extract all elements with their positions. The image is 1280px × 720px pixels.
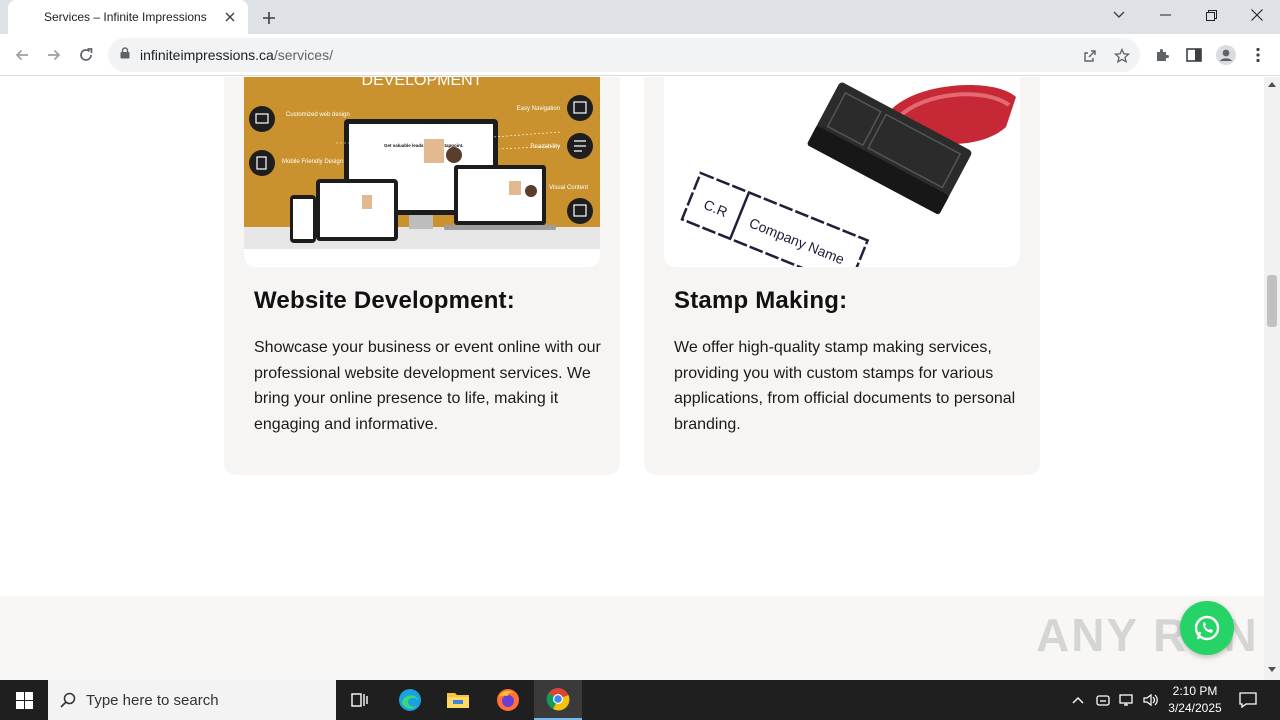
feature-customized-web-design: Customized web design <box>286 112 350 118</box>
card-description: We offer high-quality stamp making servi… <box>674 339 1016 433</box>
menu-kebab-icon[interactable] <box>1248 45 1268 65</box>
windows-taskbar: Type here to search 2:10 PM 3/24/2025 <box>0 680 1280 720</box>
card-description: Showcase your business or event online w… <box>254 339 601 433</box>
search-placeholder: Type here to search <box>86 691 219 709</box>
taskbar-clock[interactable]: 2:10 PM 3/24/2025 <box>1162 683 1228 717</box>
forward-icon[interactable] <box>42 43 66 67</box>
tab-search-icon[interactable] <box>1096 0 1142 30</box>
window-close-icon[interactable] <box>1234 0 1280 30</box>
windows-logo-icon <box>15 691 33 709</box>
taskbar-chrome[interactable] <box>534 680 582 720</box>
stamp-making-image: C.R Company Name <box>664 77 1020 267</box>
taskbar-file-explorer[interactable] <box>434 680 482 720</box>
folder-icon <box>447 693 469 708</box>
card-title: Website Development: <box>254 287 515 314</box>
tab-services[interactable]: Services – Infinite Impressions <box>8 0 248 34</box>
bookmark-star-icon[interactable] <box>1113 47 1131 65</box>
page-scrollbar[interactable] <box>1264 77 1280 680</box>
browser-toolbar: infiniteimpressions.ca/services/ <box>0 34 1280 76</box>
scroll-up-arrow-icon <box>1268 82 1276 87</box>
side-panel-icon[interactable] <box>1184 45 1204 65</box>
search-icon <box>60 692 76 708</box>
clock-time: 2:10 PM <box>1172 684 1218 698</box>
page-viewport: DEVELOPMENT Get valuable leads using Ins… <box>0 77 1264 680</box>
url-text: infiniteimpressions.ca/services/ <box>140 47 333 63</box>
taskbar-edge[interactable] <box>386 680 434 720</box>
minimize-icon[interactable] <box>1142 0 1188 30</box>
lock-icon[interactable] <box>120 46 130 64</box>
card-title: Stamp Making: <box>674 287 848 314</box>
scroll-down-arrow-icon <box>1268 667 1276 672</box>
firefox-icon <box>497 689 519 711</box>
whatsapp-icon <box>1194 615 1220 641</box>
taskbar-firefox[interactable] <box>484 680 532 720</box>
url-path: /services/ <box>273 47 333 63</box>
network-icon[interactable] <box>1117 690 1137 710</box>
notifications-icon[interactable] <box>1238 690 1258 710</box>
website-development-image: DEVELOPMENT Get valuable leads using Ins… <box>244 77 600 267</box>
back-icon[interactable] <box>10 43 34 67</box>
url-host: infiniteimpressions.ca <box>140 47 274 63</box>
tab-title: Services – Infinite Impressions <box>44 10 207 24</box>
dev-banner-heading: DEVELOPMENT <box>362 77 483 89</box>
address-bar[interactable]: infiniteimpressions.ca/services/ <box>108 38 1140 72</box>
taskbar-search-box[interactable]: Type here to search <box>48 680 336 720</box>
close-icon[interactable] <box>222 9 238 25</box>
tray-overflow-chevron-icon[interactable] <box>1068 690 1088 710</box>
edge-icon <box>399 689 421 711</box>
feature-easy-navigation: Easy Navigation <box>517 106 560 112</box>
reload-icon[interactable] <box>74 43 98 67</box>
profile-avatar-icon[interactable] <box>1216 45 1236 65</box>
service-card-website-development: DEVELOPMENT Get valuable leads using Ins… <box>224 77 620 475</box>
share-icon[interactable] <box>1081 47 1099 65</box>
task-view-button[interactable] <box>336 680 384 720</box>
extensions-icon[interactable] <box>1152 45 1172 65</box>
monitor-headline: Get valuable leads using Instappoint. <box>384 143 464 148</box>
clock-date: 3/24/2025 <box>1168 701 1222 715</box>
chrome-icon <box>546 688 570 711</box>
scrollbar-thumb[interactable] <box>1267 275 1277 327</box>
service-card-stamp-making: C.R Company Name Stamp Making: We offer … <box>644 77 1040 475</box>
start-button[interactable] <box>0 680 48 720</box>
meet-now-icon[interactable] <box>1093 690 1113 710</box>
restore-icon[interactable] <box>1188 0 1234 30</box>
tab-strip: Services – Infinite Impressions <box>0 0 1280 34</box>
feature-mobile-friendly-design: Mobile Friendly Design <box>282 159 343 165</box>
whatsapp-chat-button[interactable] <box>1180 601 1234 655</box>
feature-visual-content: Visual Content <box>549 185 588 191</box>
new-tab-button[interactable] <box>258 7 280 29</box>
task-view-icon <box>351 693 368 707</box>
volume-icon[interactable] <box>1141 690 1161 710</box>
